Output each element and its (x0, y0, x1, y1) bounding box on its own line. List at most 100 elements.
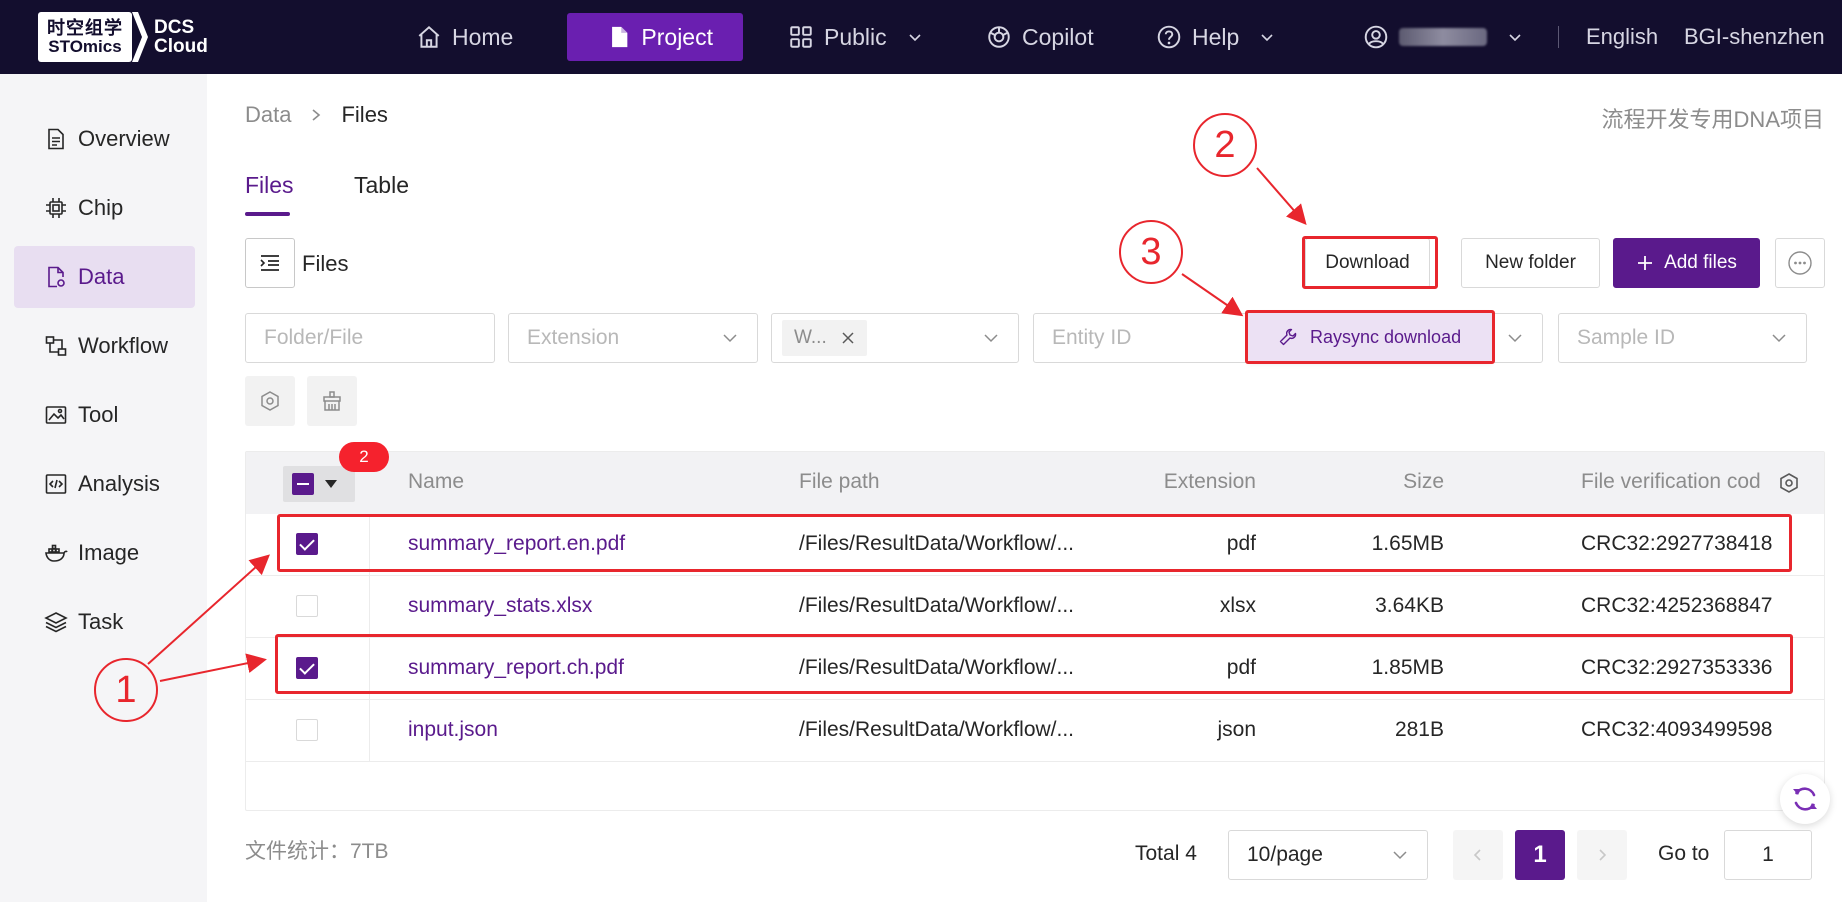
blurred-username (1399, 28, 1487, 46)
column-header-extension[interactable]: Extension (1164, 470, 1256, 494)
sample-id-filter-select[interactable]: Sample ID (1558, 313, 1807, 363)
raysync-download-menu-item[interactable]: Raysync download (1248, 312, 1492, 362)
file-icon (612, 26, 628, 48)
file-name-link[interactable]: input.json (408, 718, 498, 742)
toggle-folder-tree-button[interactable] (245, 238, 295, 288)
table-header: Name File path Extension Size File verif… (246, 452, 1824, 514)
breadcrumb-current: Files (341, 102, 388, 127)
file-name-link[interactable]: summary_report.en.pdf (408, 532, 625, 556)
hexagon-settings-icon (261, 391, 279, 411)
column-header-path[interactable]: File path (799, 470, 880, 494)
selected-count-badge: 2 (339, 442, 389, 472)
nav-project[interactable]: Project (567, 13, 743, 61)
chevron-left-icon (1473, 849, 1481, 861)
sidebar-item-label: Tool (78, 402, 119, 427)
tag-filter-select[interactable]: W... (771, 313, 1019, 363)
file-extension: pdf (1226, 532, 1256, 555)
sidebar-item-chip[interactable]: Chip (14, 177, 195, 239)
top-navigation-bar: 时空组学 STOmics DCS Cloud Home Project Publ… (0, 0, 1842, 74)
row-checkbox[interactable] (296, 657, 318, 679)
nav-public[interactable]: Public (788, 13, 923, 61)
breadcrumb: Data Files (245, 102, 388, 128)
column-divider (369, 514, 370, 576)
add-files-button[interactable]: Add files (1613, 238, 1760, 288)
sidebar-item-data[interactable]: Data (14, 246, 195, 308)
broom-clear-icon (323, 391, 341, 411)
sidebar-item-workflow[interactable]: Workflow (14, 315, 195, 377)
nav-help[interactable]: Help (1156, 13, 1275, 61)
row-checkbox[interactable] (296, 719, 318, 741)
more-actions-button[interactable] (1775, 238, 1825, 288)
column-header-verification[interactable]: File verification cod (1581, 470, 1775, 494)
tab-table[interactable]: Table (354, 172, 409, 199)
selected-tag-chip: W... (782, 320, 867, 356)
active-tab-indicator (245, 212, 290, 216)
language-label: English (1586, 24, 1659, 49)
sidebar-item-image[interactable]: Image (14, 522, 195, 584)
column-divider (369, 576, 370, 638)
extension-filter-select[interactable]: Extension (508, 313, 758, 363)
chevron-down-icon (723, 334, 737, 343)
user-menu[interactable] (1363, 13, 1523, 61)
org-label: BGI-shenzhen (1684, 24, 1825, 49)
table-row[interactable]: input.json /Files/ResultData/Workflow/..… (246, 700, 1824, 762)
copilot-icon (988, 26, 1010, 48)
sidebar-item-overview[interactable]: Overview (14, 108, 195, 170)
language-switch[interactable]: English (1586, 13, 1658, 61)
code-icon (45, 474, 67, 494)
table-row[interactable]: summary_stats.xlsx /Files/ResultData/Wor… (246, 576, 1824, 638)
refresh-icon (1793, 787, 1817, 811)
sidebar-item-analysis[interactable]: Analysis (14, 453, 195, 515)
arrow-to-raysync (1181, 273, 1244, 317)
wrench-icon (1279, 328, 1297, 346)
file-checksum: CRC32:4093499598 (1581, 718, 1773, 741)
sidebar-item-tool[interactable]: Tool (14, 384, 195, 446)
org-switch[interactable]: BGI-shenzhen (1684, 13, 1825, 61)
refresh-button[interactable] (1780, 774, 1830, 824)
download-button[interactable]: Download (1305, 238, 1430, 288)
sidebar: Overview Chip Data Workflow Tool Analysi… (0, 74, 207, 902)
select-all-dropdown[interactable] (283, 466, 355, 502)
settings-filter-button[interactable] (245, 376, 295, 426)
table-row[interactable]: summary_report.ch.pdf /Files/ResultData/… (246, 638, 1824, 700)
folder-file-filter-input[interactable]: Folder/File (245, 313, 495, 363)
file-name-link[interactable]: summary_report.ch.pdf (408, 656, 624, 680)
annotation-callout-2: 2 (1193, 113, 1257, 177)
file-path: /Files/ResultData/Workflow/... (799, 594, 1075, 617)
nav-home[interactable]: Home (416, 13, 513, 61)
nav-home-label: Home (452, 23, 514, 50)
row-checkbox[interactable] (296, 533, 318, 555)
new-folder-button[interactable]: New folder (1461, 238, 1600, 288)
file-size: 281B (1394, 718, 1444, 741)
row-checkbox[interactable] (296, 595, 318, 617)
sidebar-item-task[interactable]: Task (14, 591, 195, 653)
annotation-callout-1: 1 (94, 658, 158, 722)
breadcrumb-parent[interactable]: Data (245, 102, 291, 128)
workflow-icon (45, 336, 67, 356)
select-all-checkbox[interactable] (292, 473, 314, 495)
docker-icon (45, 544, 68, 562)
clear-filters-button[interactable] (307, 376, 357, 426)
sidebar-item-label: Analysis (78, 471, 160, 496)
column-divider (369, 700, 370, 762)
column-header-name[interactable]: Name (408, 470, 464, 494)
nav-help-label: Help (1192, 23, 1240, 50)
tab-files[interactable]: Files (245, 172, 294, 199)
prev-page-button[interactable] (1453, 830, 1503, 880)
next-page-button[interactable] (1577, 830, 1627, 880)
page-size-value: 10/page (1247, 843, 1323, 866)
nav-copilot[interactable]: Copilot (986, 13, 1094, 61)
file-name-link[interactable]: summary_stats.xlsx (408, 594, 592, 618)
stomics-logo[interactable]: 时空组学 STOmics DCS Cloud (38, 12, 208, 62)
page-size-select[interactable]: 10/page (1228, 830, 1428, 880)
column-settings-icon[interactable] (1778, 472, 1800, 494)
column-header-size[interactable]: Size (1403, 470, 1444, 494)
plus-icon (1638, 256, 1653, 270)
table-row[interactable]: summary_report.en.pdf /Files/ResultData/… (246, 514, 1824, 576)
files-section-label: Files (302, 251, 349, 276)
page-number-current[interactable]: 1 (1515, 830, 1565, 880)
close-icon[interactable] (841, 331, 855, 345)
goto-page-input[interactable] (1724, 830, 1812, 880)
file-checksum: CRC32:2927353336 (1581, 656, 1773, 679)
more-dots-icon (1788, 251, 1812, 275)
